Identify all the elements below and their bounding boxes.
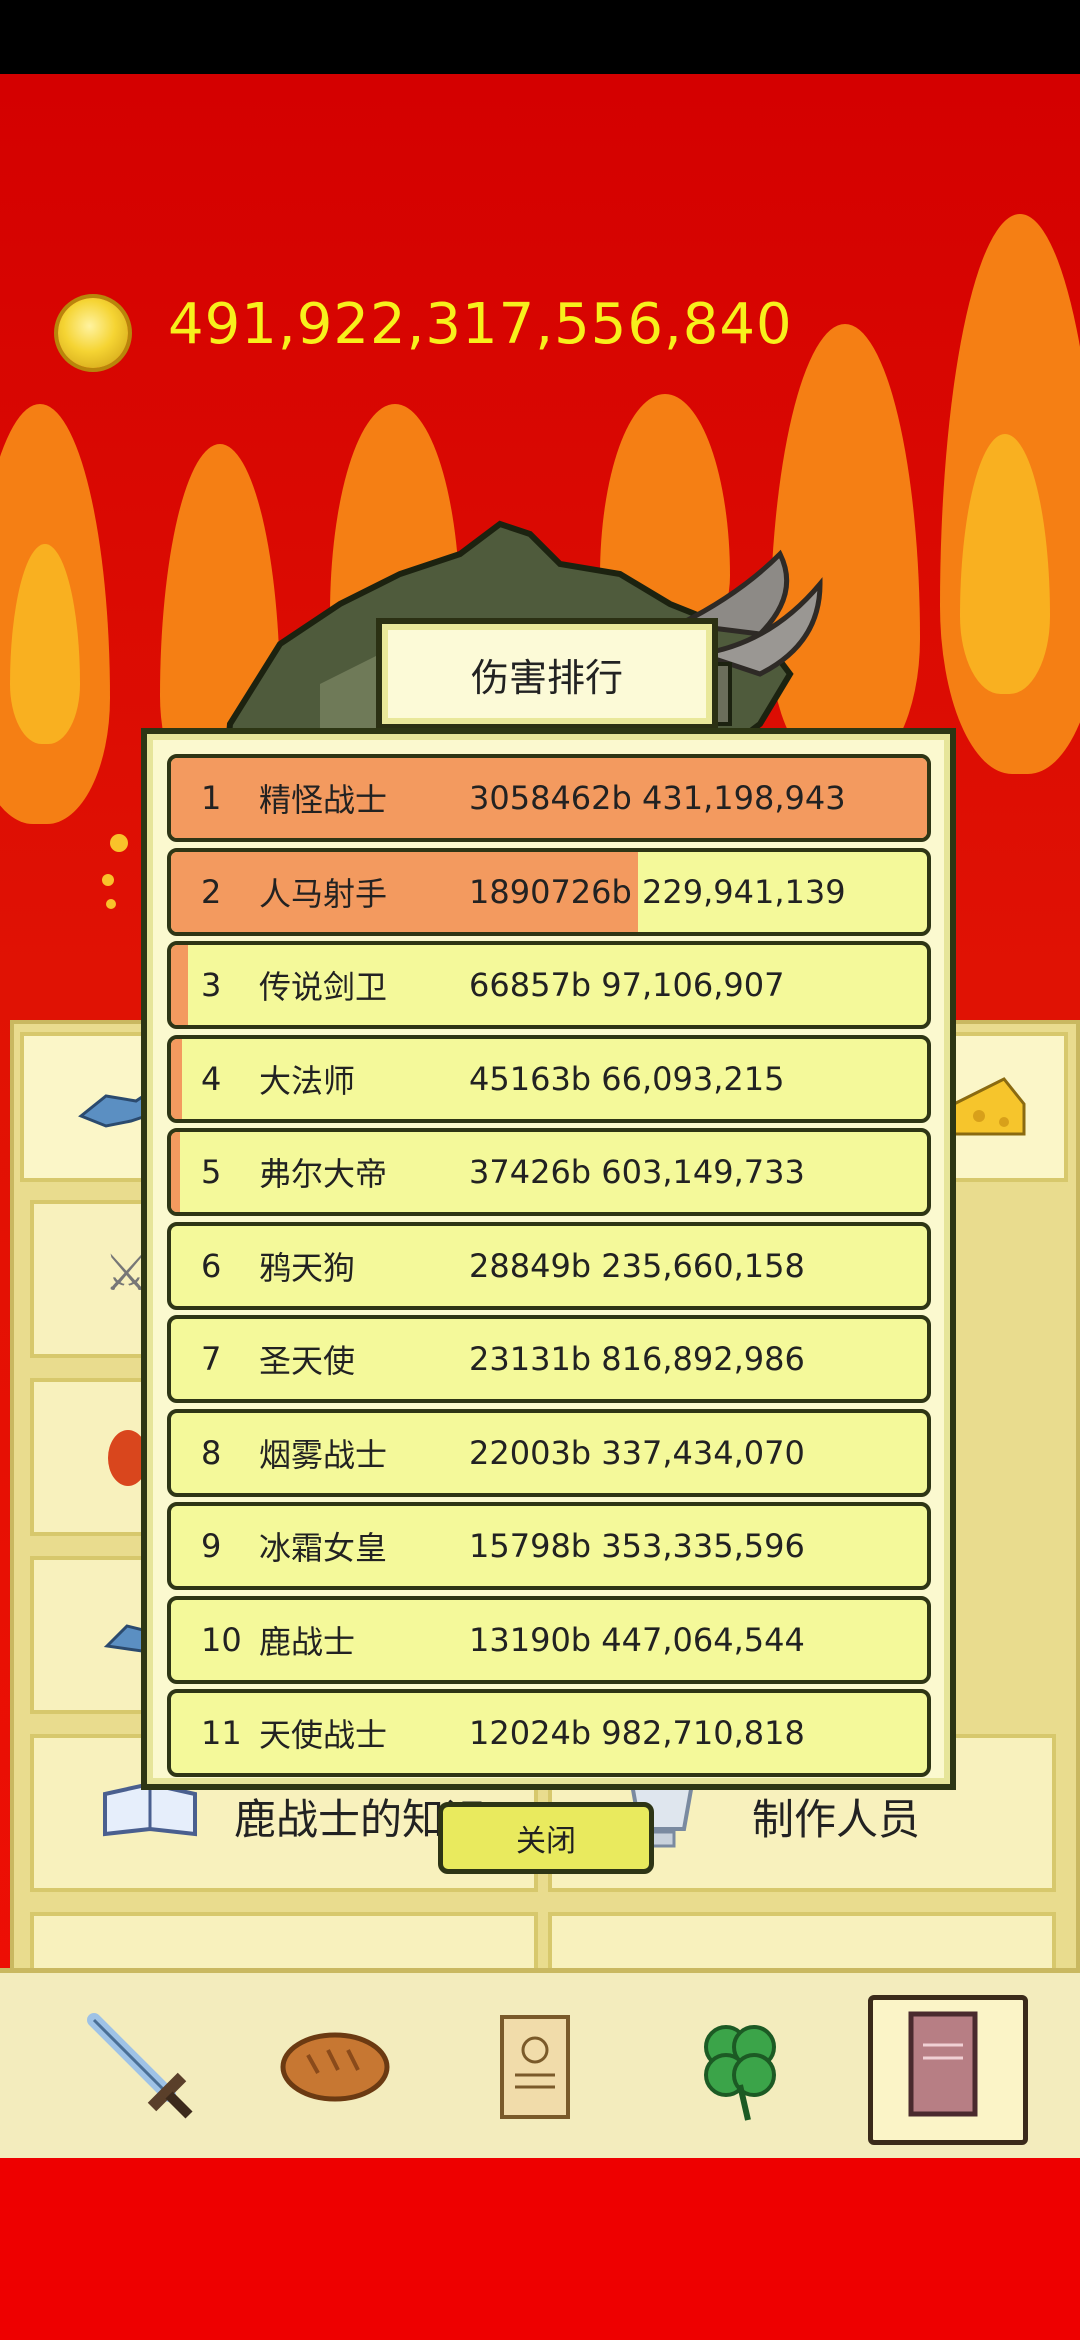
rank-number: 5 <box>201 1153 222 1191</box>
nav-book-tab[interactable] <box>868 1995 1028 2145</box>
close-button[interactable]: 关闭 <box>438 1802 654 1874</box>
nav-quests-tab[interactable] <box>460 1995 610 2135</box>
damage-value: 3058462b 431,198,943 <box>469 779 846 817</box>
damage-value: 45163b 66,093,215 <box>469 1059 785 1098</box>
status-bar <box>0 0 1080 74</box>
ranking-row[interactable]: 3 传说剑卫 66857b 97,106,907 <box>167 941 931 1029</box>
ranking-row[interactable]: 1 精怪战士 3058462b 431,198,943 <box>167 754 931 842</box>
hero-name: 鹿战士 <box>259 1622 356 1661</box>
hero-name: 精怪战士 <box>259 781 388 819</box>
hero-name: 鸦天狗 <box>259 1248 356 1287</box>
rank-number: 1 <box>201 779 222 817</box>
rank-number: 3 <box>201 966 222 1004</box>
nav-luck-tab[interactable] <box>664 1995 814 2135</box>
hero-name: 烟雾战士 <box>259 1435 388 1474</box>
ranking-row[interactable]: 6 鸦天狗 28849b 235,660,158 <box>167 1221 931 1310</box>
cheese-icon <box>952 1077 1026 1136</box>
bread-icon <box>280 2032 390 2102</box>
rank-number: 4 <box>201 1059 222 1098</box>
damage-share-bar <box>171 945 188 1025</box>
ranking-row[interactable]: 5 弗尔大帝 37426b 603,149,733 <box>167 1128 931 1216</box>
hero-name: 大法师 <box>259 1061 356 1100</box>
ranking-row[interactable]: 2 人马射手 1890726b 229,941,139 <box>167 847 931 936</box>
ranking-title: 伤害排行 <box>470 655 623 700</box>
ranking-row[interactable]: 8 烟雾战士 22003b 337,434,070 <box>167 1408 931 1497</box>
damage-value: 15798b 353,335,596 <box>469 1527 805 1565</box>
credits-label: 制作人员 <box>752 1795 921 1844</box>
rank-number: 10 <box>201 1620 242 1659</box>
book-icon <box>908 2011 978 2117</box>
hero-name: 冰霜女皇 <box>259 1529 388 1567</box>
damage-ranking-dialog: 1 精怪战士 3058462b 431,198,943 2 人马射手 1890726b 2… <box>141 728 956 1790</box>
ranking-title-box: 伤害排行 <box>376 618 718 730</box>
coin-balance: 491,922,317,556,840 <box>168 292 793 357</box>
damage-value: 13190b 447,064,544 <box>469 1620 805 1659</box>
damage-value: 23131b 816,892,986 <box>469 1340 805 1378</box>
hero-name: 传说剑卫 <box>259 968 388 1006</box>
damage-value: 22003b 337,434,070 <box>469 1433 805 1472</box>
rank-number: 6 <box>201 1246 222 1285</box>
hero-name: 弗尔大帝 <box>259 1155 388 1193</box>
damage-value: 66857b 97,106,907 <box>469 966 785 1004</box>
ranking-row[interactable]: 7 圣天使 23131b 816,892,986 <box>167 1315 931 1403</box>
bottom-navigation <box>0 1968 1080 2163</box>
gold-coin-icon <box>58 298 128 368</box>
nav-food-tab[interactable] <box>260 1995 410 2135</box>
hero-name: 天使战士 <box>259 1716 388 1754</box>
damage-value: 37426b 603,149,733 <box>469 1153 805 1191</box>
sparkle-decoration <box>110 834 128 852</box>
damage-share-bar <box>171 1038 182 1119</box>
damage-value: 12024b 982,710,818 <box>469 1714 805 1752</box>
sword-icon <box>87 2013 193 2119</box>
damage-share-bar <box>171 1132 180 1212</box>
sparkle-decoration <box>106 899 116 909</box>
nav-weapons-tab[interactable] <box>64 1995 214 2135</box>
ranking-row[interactable]: 11 天使战士 12024b 982,710,818 <box>167 1689 931 1777</box>
hero-name: 人马射手 <box>259 874 388 913</box>
damage-value: 28849b 235,660,158 <box>469 1246 805 1285</box>
ranking-row[interactable]: 4 大法师 45163b 66,093,215 <box>167 1034 931 1123</box>
ranking-row[interactable]: 10 鹿战士 13190b 447,064,544 <box>167 1595 931 1684</box>
bottom-background <box>0 2158 1080 2340</box>
rank-number: 8 <box>201 1433 222 1472</box>
rank-number: 2 <box>201 872 222 911</box>
rank-number: 7 <box>201 1340 222 1378</box>
ranking-row[interactable]: 9 冰霜女皇 15798b 353,335,596 <box>167 1502 931 1590</box>
rank-number: 11 <box>201 1714 242 1752</box>
scroll-icon <box>500 2015 570 2119</box>
damage-value: 1890726b 229,941,139 <box>469 872 846 911</box>
sparkle-decoration <box>102 874 114 886</box>
clover-icon <box>704 2025 776 2121</box>
hero-name: 圣天使 <box>259 1342 356 1380</box>
rank-number: 9 <box>201 1527 222 1565</box>
